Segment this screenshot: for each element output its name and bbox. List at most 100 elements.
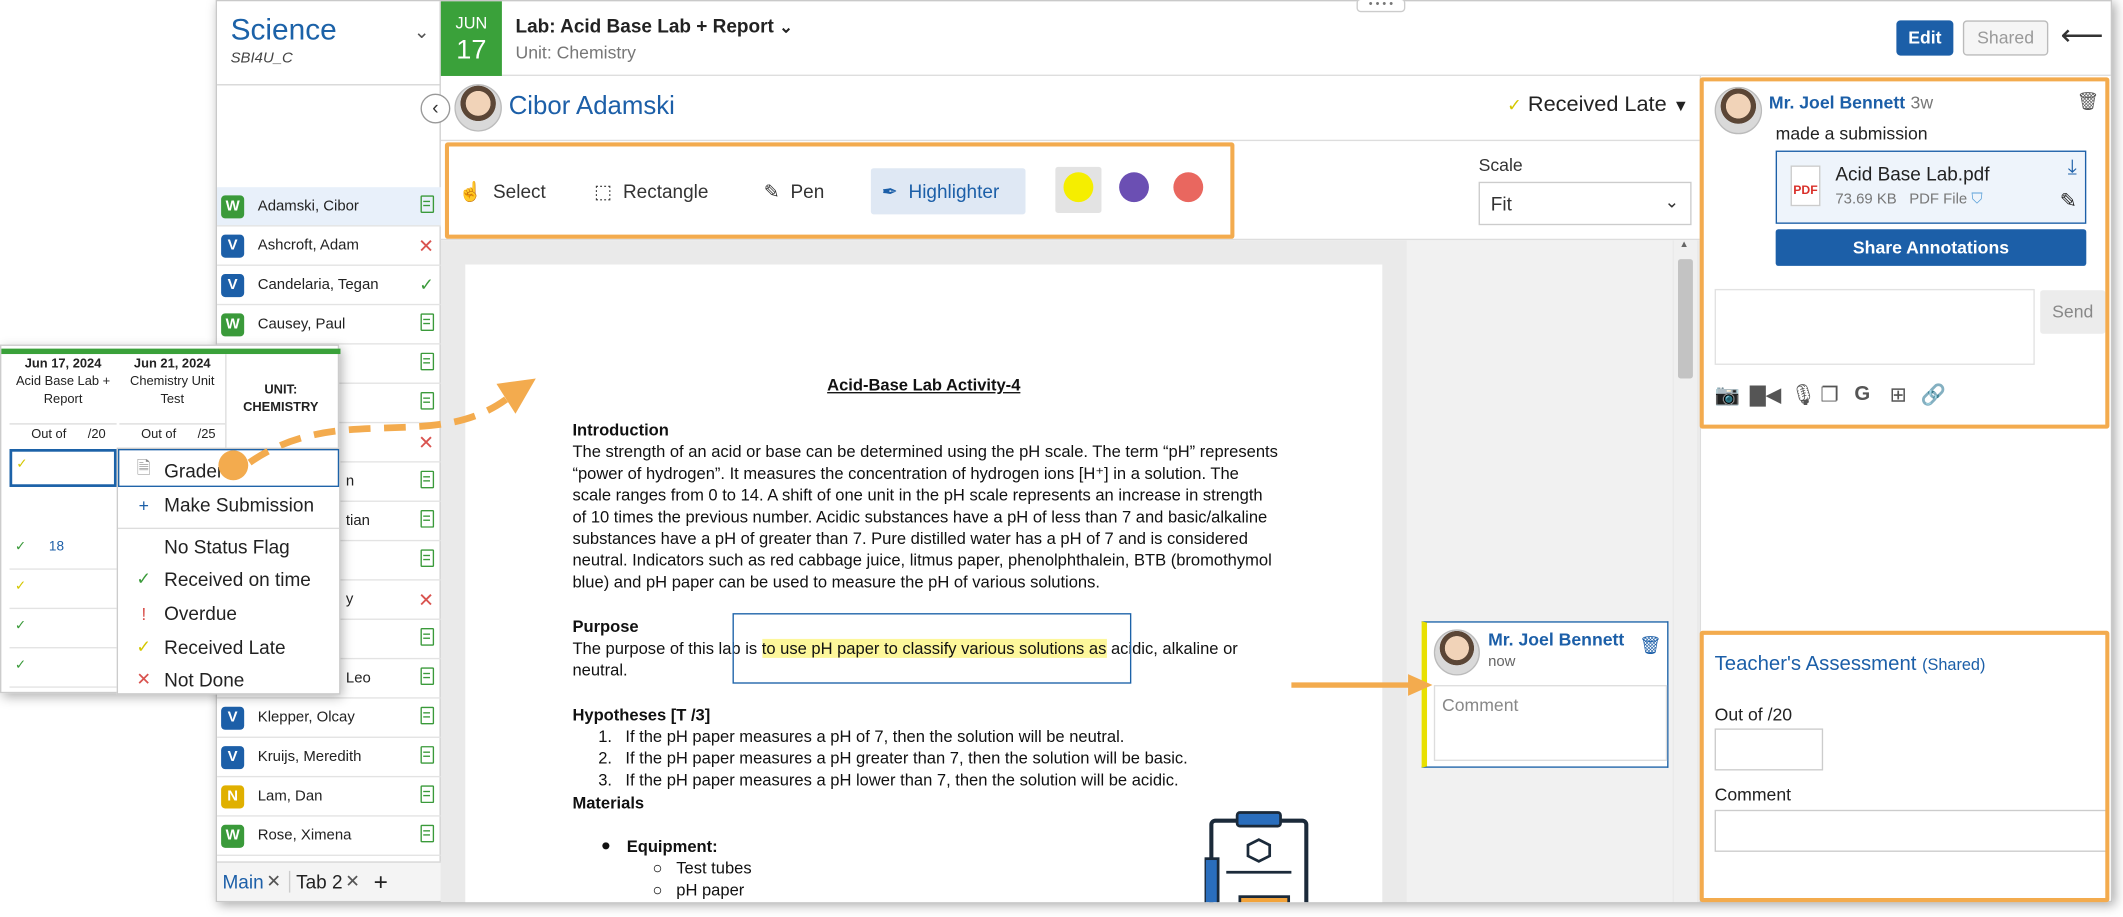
drag-handle[interactable]: • • • • — [1356, 0, 1406, 13]
status-dropdown[interactable]: ✓ Received Late ▼ — [1507, 94, 1689, 118]
exclamation-icon: ! — [141, 602, 147, 624]
scrollbar-thumb[interactable] — [1677, 259, 1693, 379]
menu-label: Overdue — [164, 602, 237, 624]
annotation-rectangle[interactable] — [732, 613, 1132, 684]
scroll-up-icon[interactable]: ▲ — [1679, 240, 1688, 249]
close-icon[interactable]: ✕ — [345, 871, 360, 893]
student-name: Lam, Dan — [257, 788, 323, 805]
student-name: Candelaria, Tegan — [257, 276, 379, 294]
hypothesis-text: If the pH paper measures a pH lower than… — [625, 770, 1179, 790]
hypothesis-item: 1. If the pH paper measures a pH of 7, th… — [598, 726, 1188, 748]
menu-item-received-late[interactable]: ✓ Received Late — [132, 636, 285, 658]
student-name: Cibor Adamski — [508, 92, 675, 121]
equipment-item: ○ Test tubes — [652, 858, 752, 878]
comment-input[interactable]: Comment — [1433, 685, 1668, 761]
intro-line: scale ranges from 0 to 14. A shift of on… — [572, 485, 1263, 505]
received-late-icon: ✓ — [1507, 94, 1522, 116]
vertical-scrollbar[interactable]: ▲ — [1673, 240, 1697, 903]
hypothesis-item: 2. If the pH paper measures a pH greater … — [598, 747, 1188, 769]
check-icon: ✓ — [136, 568, 152, 589]
hypothesis-item: 3. If the pH paper measures a pH lower th… — [598, 769, 1188, 791]
student-row[interactable]: V Ashcroft, Adam ✕ — [217, 227, 441, 266]
close-icon[interactable]: ✕ — [266, 871, 281, 893]
grade-level-badge: W — [221, 312, 245, 336]
course-title: Science — [230, 12, 337, 47]
popup-top-bar — [1, 348, 341, 355]
menu-item-overdue[interactable]: ! Overdue — [132, 602, 237, 624]
hypotheses-list: 1. If the pH paper measures a pH of 7, th… — [598, 726, 1188, 791]
document-icon — [420, 352, 435, 371]
out-of-row: Out of /20 — [9, 423, 117, 447]
tab-2[interactable]: Tab 2 ✕ — [289, 870, 362, 893]
course-header[interactable]: Science SBI4U_C ⌄ — [217, 1, 440, 86]
student-row[interactable]: N Lam, Dan — [217, 777, 441, 817]
grade-level-badge: V — [221, 706, 245, 730]
out-of-text: Out of — [31, 427, 67, 443]
student-name: Rose, Ximena — [257, 827, 352, 844]
comment-gutter — [1406, 240, 1673, 903]
scale-value: Fit — [1490, 192, 1512, 215]
column-header: Jun 17, 2024 Acid Base Lab + Report — [9, 355, 116, 423]
comment-time: now — [1488, 653, 1516, 671]
date-day: 17 — [456, 35, 487, 66]
arrow-right-icon — [1291, 674, 1433, 696]
student-row[interactable]: V Kruijs, Meredith — [217, 738, 441, 778]
shared-button[interactable]: Shared — [1962, 20, 2049, 56]
trash-icon[interactable]: 🗑 — [1639, 635, 1661, 657]
x-icon: ✕ — [418, 588, 435, 611]
add-tab-icon[interactable]: + — [374, 867, 388, 895]
grade-level-badge: N — [221, 784, 245, 808]
intro-heading: Introduction — [572, 420, 669, 440]
grade-cell[interactable]: ✓ — [9, 609, 117, 649]
grade-level-badge: V — [221, 745, 245, 769]
selected-grade-cell[interactable]: ✓ — [9, 449, 117, 487]
grade-cell[interactable]: ✓ 18 — [9, 530, 117, 570]
document-icon — [420, 313, 435, 331]
assignment-title-text: Lab: Acid Base Lab + Report — [515, 14, 774, 37]
col-date: Jun 21, 2024 — [133, 356, 211, 372]
grade-cell[interactable]: ✓ — [9, 570, 117, 610]
assessment-highlight-box — [1699, 630, 2110, 903]
menu-item-received-on-time[interactable]: ✓ Received on time — [132, 568, 310, 590]
document-viewer[interactable]: Acid-Base Lab Activity-4 Introduction Th… — [440, 240, 1700, 903]
student-name: Adamski, Cibor — [257, 198, 359, 215]
bullet: ● — [600, 835, 611, 855]
menu-item-make-submission[interactable]: + Make Submission — [132, 494, 314, 516]
menu-item-grader-label[interactable]: 🗎 Grader — [132, 456, 224, 486]
tab-main[interactable]: Main ✕ — [217, 871, 284, 893]
document-page[interactable]: Acid-Base Lab Activity-4 Introduction Th… — [465, 264, 1383, 903]
intro-line: The strength of an acid or base can be d… — [572, 442, 1278, 462]
edit-button[interactable]: Edit — [1896, 20, 1954, 56]
assignment-title[interactable]: Lab: Acid Base Lab + Report ⌄ — [515, 15, 792, 37]
back-arrow-icon[interactable]: ⟵ — [2061, 18, 2104, 53]
student-row[interactable]: W Rose, Ximena — [217, 817, 441, 856]
student-row[interactable]: W Adamski, Cibor — [217, 187, 441, 227]
document-icon — [420, 824, 435, 843]
late-check-icon: ✓ — [136, 636, 152, 657]
x-icon: ✕ — [418, 234, 435, 257]
collapse-sidebar-button[interactable]: ‹ — [420, 93, 451, 124]
scale-select[interactable]: Fit ⌄ — [1478, 181, 1692, 226]
check-icon: ✓ — [419, 274, 435, 295]
purpose-line2: neutral. — [572, 660, 628, 680]
intro-line: of 10 times the previous number. Acidic … — [572, 507, 1268, 527]
tab-label: Main — [222, 870, 264, 893]
menu-item-no-status[interactable]: No Status Flag — [132, 536, 290, 558]
avatar — [1433, 629, 1480, 676]
equipment-text: Test tubes — [676, 858, 752, 878]
comment-author: Mr. Joel Bennett — [1488, 629, 1625, 650]
student-row[interactable]: V Klepper, Olcay — [217, 699, 441, 738]
intro-line: neutral. Indicators such as red cabbage … — [572, 550, 1272, 570]
student-row[interactable]: W Causey, Paul — [217, 305, 441, 345]
course-code: SBI4U_C — [230, 50, 293, 67]
column-header: Jun 21, 2024 Chemistry Unit Test — [119, 355, 225, 423]
score-value: 18 — [48, 539, 65, 555]
student-row[interactable]: V Candelaria, Tegan ✓ — [217, 266, 441, 306]
tab-label: Tab 2 — [296, 870, 343, 893]
grade-cell[interactable]: ✓ — [9, 648, 117, 688]
chevron-down-icon[interactable]: ⌄ — [414, 20, 430, 43]
divider — [225, 354, 227, 450]
menu-item-not-done[interactable]: ✕ Not Done — [132, 669, 244, 691]
annotation-comment-card[interactable]: Mr. Joel Bennett now 🗑 Comment — [1421, 621, 1669, 768]
intro-line: “power of hydrogen”. It measures the con… — [572, 463, 1239, 483]
